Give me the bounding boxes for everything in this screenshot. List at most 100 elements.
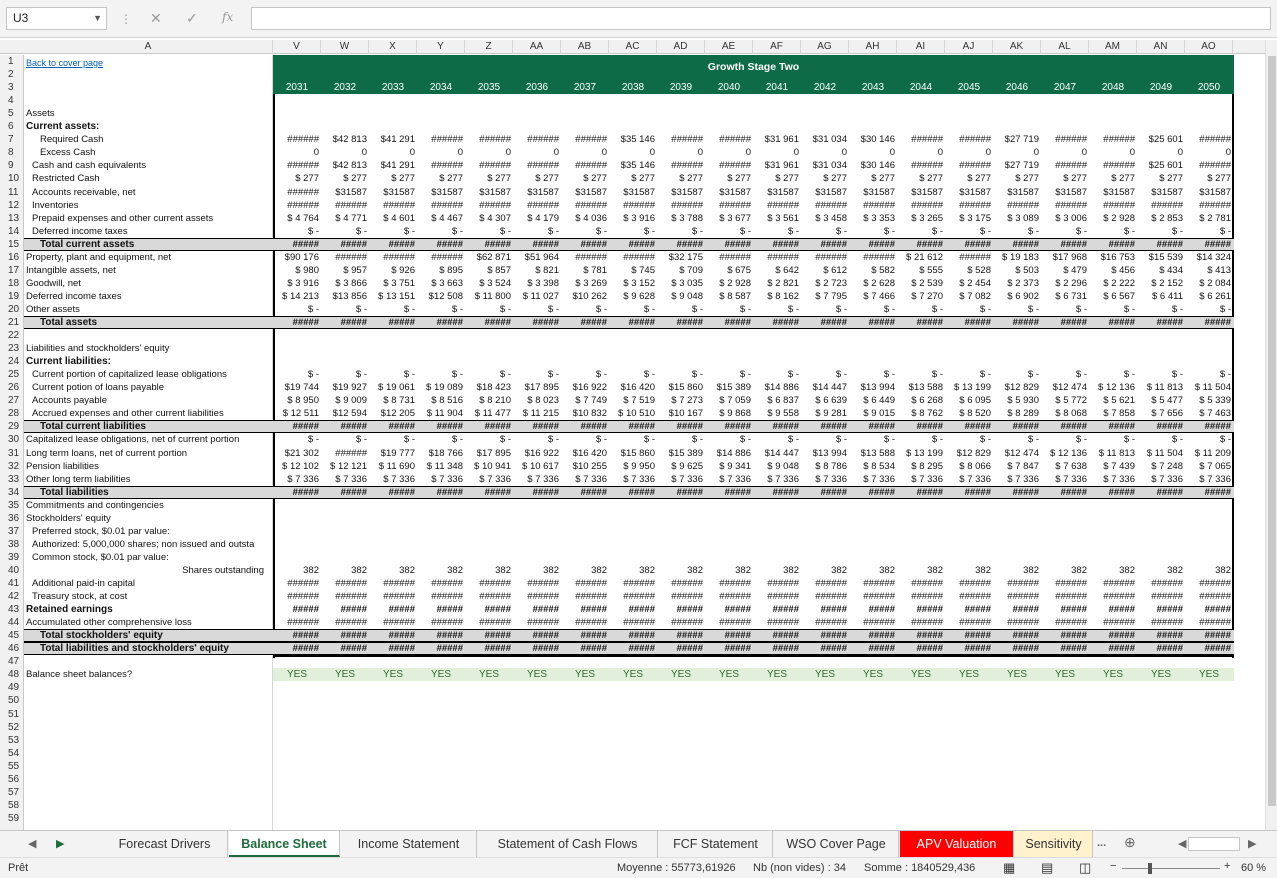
value-cell[interactable]: ###### (273, 616, 319, 629)
value-cell[interactable]: $ - (993, 225, 1039, 238)
value-cell[interactable]: ###### (1041, 133, 1087, 146)
value-cell[interactable]: $ 7 336 (513, 473, 559, 486)
value-cell[interactable]: $ - (1137, 303, 1183, 316)
value-cell[interactable]: $ 7 336 (801, 473, 847, 486)
value-cell[interactable]: ###### (945, 616, 991, 629)
value-cell[interactable]: 382 (1185, 564, 1231, 577)
value-cell[interactable]: 382 (609, 564, 655, 577)
year-cell[interactable]: 2034 (417, 82, 465, 93)
horizontal-scrollbar[interactable] (1188, 837, 1240, 851)
row-label[interactable]: Intangible assets, net (26, 264, 116, 277)
value-cell[interactable]: $ 277 (849, 172, 895, 185)
value-cell[interactable]: $ 11 209 (1185, 447, 1231, 460)
value-cell[interactable]: $14 447 (801, 381, 847, 394)
value-cell[interactable]: $15 539 (1137, 251, 1183, 264)
value-cell[interactable]: $31587 (897, 186, 943, 199)
column-header[interactable]: AB (561, 40, 609, 54)
column-header[interactable]: V (273, 40, 321, 54)
year-cell[interactable]: 2047 (1041, 82, 1089, 93)
value-cell[interactable]: ##### (321, 238, 367, 251)
value-cell[interactable]: $31587 (513, 186, 559, 199)
value-cell[interactable]: $13 994 (801, 447, 847, 460)
value-cell[interactable]: ###### (849, 199, 895, 212)
value-cell[interactable]: $18 766 (417, 447, 463, 460)
value-cell[interactable]: 382 (897, 564, 943, 577)
row-header[interactable]: 58 (0, 799, 23, 812)
value-cell[interactable]: $ - (369, 433, 415, 446)
value-cell[interactable]: $ - (321, 368, 367, 381)
value-cell[interactable]: ##### (705, 603, 751, 616)
zoom-slider[interactable] (1122, 868, 1220, 869)
value-cell[interactable]: ###### (561, 616, 607, 629)
column-header[interactable]: Z (465, 40, 513, 54)
row-header[interactable]: 10 (0, 172, 23, 185)
row-header[interactable]: 17 (0, 264, 23, 277)
value-cell[interactable]: ##### (513, 316, 559, 329)
row-label[interactable]: Current liabilities: (26, 355, 111, 368)
value-cell[interactable]: ###### (1185, 577, 1231, 590)
row-label[interactable]: Shares outstanding (24, 564, 264, 577)
more-tabs[interactable]: ... (1097, 837, 1106, 849)
value-cell[interactable]: $27 719 (993, 159, 1039, 172)
value-cell[interactable]: ###### (513, 590, 559, 603)
value-cell[interactable]: ###### (369, 616, 415, 629)
column-header[interactable]: X (369, 40, 417, 54)
balance-check-cell[interactable]: YES (849, 668, 897, 681)
value-cell[interactable]: ##### (1137, 603, 1183, 616)
value-cell[interactable]: ##### (561, 420, 607, 433)
value-cell[interactable]: ###### (1089, 577, 1135, 590)
value-cell[interactable]: $ 3 663 (417, 277, 463, 290)
row-header[interactable]: 26 (0, 381, 23, 394)
value-cell[interactable]: $21 302 (273, 447, 319, 460)
value-cell[interactable]: $ - (897, 225, 943, 238)
value-cell[interactable]: $12 829 (993, 381, 1039, 394)
value-cell[interactable]: ##### (609, 642, 655, 655)
value-cell[interactable]: $ 3 458 (801, 212, 847, 225)
value-cell[interactable]: $ - (465, 303, 511, 316)
value-cell[interactable]: $ 11 348 (417, 460, 463, 473)
value-cell[interactable]: ###### (657, 616, 703, 629)
value-cell[interactable]: ###### (1041, 199, 1087, 212)
value-cell[interactable]: $31587 (1041, 186, 1087, 199)
row-header[interactable]: 21 (0, 316, 23, 329)
value-cell[interactable]: 0 (897, 146, 943, 159)
balance-check-cell[interactable]: YES (1185, 668, 1233, 681)
value-cell[interactable]: 0 (321, 146, 367, 159)
value-cell[interactable]: $ 2 373 (993, 277, 1039, 290)
value-cell[interactable]: ###### (1185, 590, 1231, 603)
year-cell[interactable]: 2049 (1137, 82, 1185, 93)
value-cell[interactable]: $ 7 273 (657, 394, 703, 407)
value-cell[interactable]: ##### (1185, 603, 1231, 616)
value-cell[interactable]: $ - (1089, 225, 1135, 238)
value-cell[interactable]: $ 277 (465, 172, 511, 185)
value-cell[interactable]: ##### (321, 316, 367, 329)
value-cell[interactable]: $27 719 (993, 133, 1039, 146)
value-cell[interactable]: $ 9 950 (609, 460, 655, 473)
zoom-out-icon[interactable]: − (1110, 860, 1116, 872)
column-header[interactable]: AH (849, 40, 897, 54)
value-cell[interactable]: ###### (657, 577, 703, 590)
value-cell[interactable]: ##### (657, 603, 703, 616)
vertical-scrollbar[interactable] (1265, 40, 1277, 830)
value-cell[interactable]: $ 7 336 (945, 473, 991, 486)
row-header[interactable]: 53 (0, 734, 23, 747)
year-cell[interactable]: 2032 (321, 82, 369, 93)
value-cell[interactable]: $ - (321, 433, 367, 446)
value-cell[interactable]: ###### (1137, 199, 1183, 212)
row-label[interactable]: Other assets (26, 303, 80, 316)
value-cell[interactable]: $ 2 296 (1041, 277, 1087, 290)
value-cell[interactable]: $16 922 (561, 381, 607, 394)
value-cell[interactable]: $ 8 587 (705, 290, 751, 303)
value-cell[interactable]: $25 601 (1137, 133, 1183, 146)
value-cell[interactable]: 0 (945, 146, 991, 159)
year-cell[interactable]: 2036 (513, 82, 561, 93)
row-header[interactable]: 25 (0, 368, 23, 381)
year-cell[interactable]: 2045 (945, 82, 993, 93)
value-cell[interactable]: $ 7 463 (1185, 407, 1231, 420)
page-break-icon[interactable]: ◫ (1079, 860, 1091, 876)
row-label[interactable]: Other long term liabilities (26, 473, 131, 486)
value-cell[interactable]: $ 3 006 (1041, 212, 1087, 225)
value-cell[interactable]: $ - (369, 368, 415, 381)
value-cell[interactable]: $ 7 059 (705, 394, 751, 407)
value-cell[interactable]: 382 (993, 564, 1039, 577)
